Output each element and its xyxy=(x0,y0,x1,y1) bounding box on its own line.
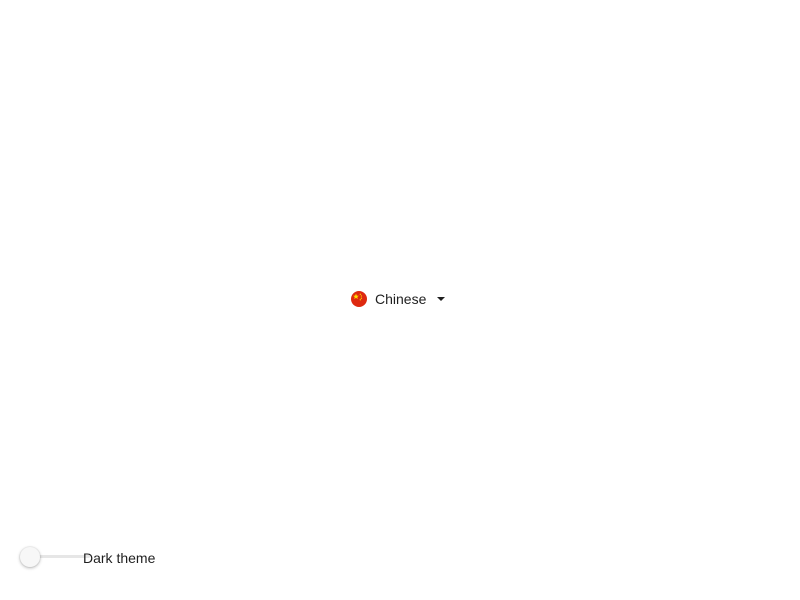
caret-down-icon xyxy=(437,296,446,302)
dark-theme-switch[interactable] xyxy=(20,546,90,568)
language-selected-label: Chinese xyxy=(375,291,427,307)
language-dropdown[interactable]: Chinese xyxy=(351,289,446,309)
page: Chinese Dark theme xyxy=(0,0,800,600)
switch-thumb[interactable] xyxy=(20,547,40,567)
dark-theme-label: Dark theme xyxy=(83,550,156,566)
china-flag-icon xyxy=(351,291,367,307)
